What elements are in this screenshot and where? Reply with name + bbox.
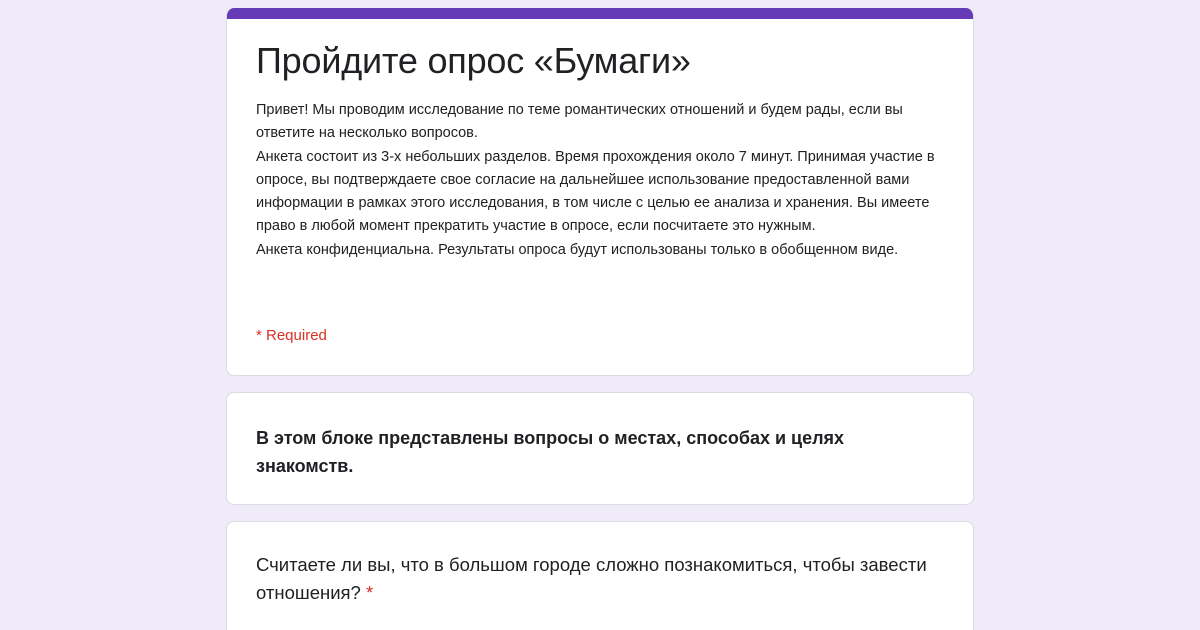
section-description-card: В этом блоке представлены вопросы о мест… [226, 392, 974, 505]
required-note: * Required [256, 327, 327, 344]
question-card[interactable]: Считаете ли вы, что в большом городе сло… [226, 521, 974, 630]
section-description-text: В этом блоке представлены вопросы о мест… [256, 428, 845, 476]
question-text: Считаете ли вы, что в большом городе сло… [256, 554, 927, 603]
question-title: Считаете ли вы, что в большом городе сло… [256, 551, 936, 607]
form-title: Пройдите опрос «Бумаги» [256, 40, 691, 81]
form-header-card: Пройдите опрос «Бумаги» Привет! Мы прово… [226, 8, 974, 376]
required-asterisk: * [366, 582, 374, 603]
form-accent-bar [227, 8, 973, 19]
form-description: Привет! Мы проводим исследование по теме… [256, 102, 935, 258]
